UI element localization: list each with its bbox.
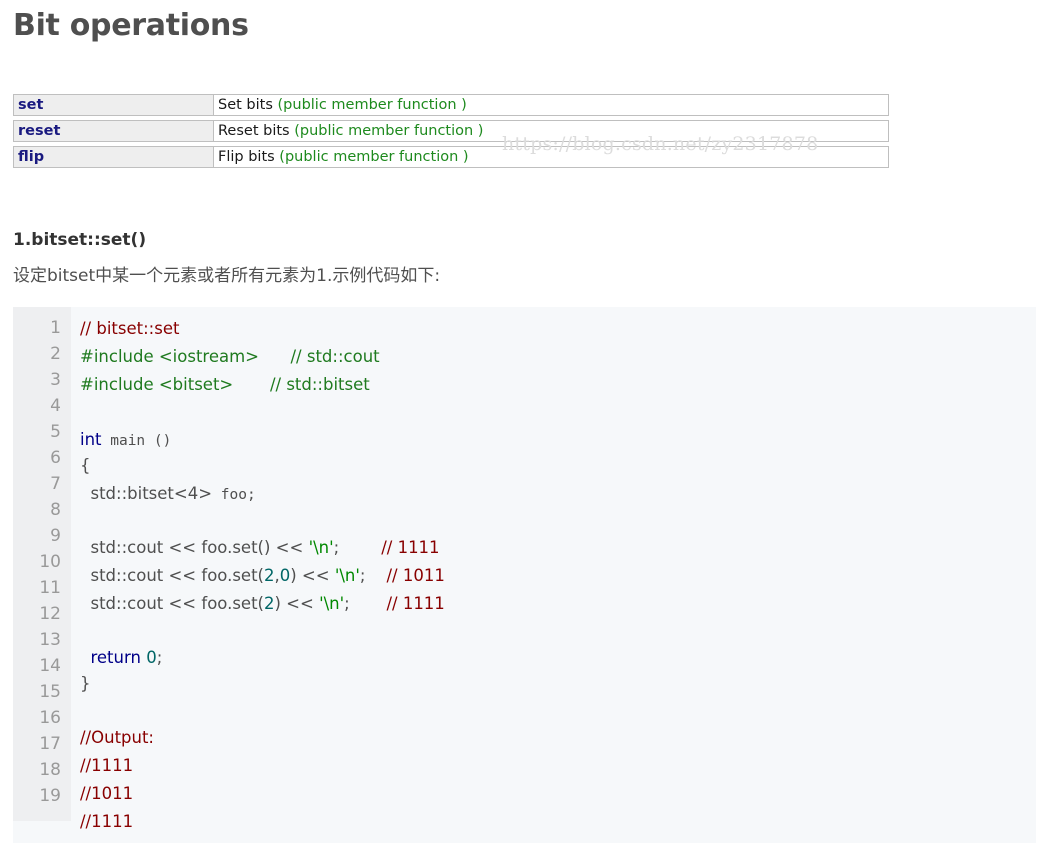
code-number: 2 xyxy=(264,566,275,585)
code-line: // bitset::set xyxy=(80,315,179,343)
code-line: int main () xyxy=(80,426,171,455)
line-number: 2 xyxy=(50,344,61,364)
line-number: 6 xyxy=(50,448,61,468)
code-text: std::cout << foo.set( xyxy=(80,594,264,613)
code-comment: // bitset::set xyxy=(80,319,180,338)
code-comment: // std::bitset xyxy=(269,375,370,394)
member-name-link[interactable]: reset xyxy=(13,120,213,142)
code-comment: // 1111 xyxy=(386,594,445,613)
code-comment: //Output: xyxy=(80,728,154,747)
code-line: #include <iostream> // std::cout xyxy=(80,343,380,371)
code-comment: // 1011 xyxy=(386,566,445,585)
member-function-table: set Set bits (public member function ) r… xyxy=(13,90,889,172)
code-line: //1111 xyxy=(80,808,133,836)
code-line: std::cout << foo.set(2,0) << '\n'; // 10… xyxy=(80,562,445,590)
code-line: } xyxy=(80,670,91,698)
code-number: 0 xyxy=(140,648,157,667)
line-number: 14 xyxy=(39,656,61,676)
member-desc-text: Flip bits xyxy=(218,149,275,165)
code-text: main () xyxy=(101,433,172,449)
line-number: 5 xyxy=(50,422,61,442)
line-number: 16 xyxy=(39,708,61,728)
line-number: 7 xyxy=(50,474,61,494)
member-kind-link[interactable]: (public member function ) xyxy=(279,149,468,165)
line-number: 17 xyxy=(39,734,61,754)
member-name-link[interactable]: set xyxy=(13,94,213,116)
code-text: foo; xyxy=(212,487,256,503)
section-heading: 1.bitset::set() xyxy=(13,230,147,250)
line-number: 11 xyxy=(39,578,61,598)
line-number: 1 xyxy=(50,318,61,338)
code-text: std::bitset<4> xyxy=(80,484,213,503)
code-line: //Output: xyxy=(80,724,154,752)
code-string: '\n' xyxy=(334,566,360,585)
code-line: //1011 xyxy=(80,780,133,808)
watermark: https://blog.csdn.net/zy2317878 xyxy=(502,133,819,155)
code-keyword: int xyxy=(80,430,102,449)
code-text: { xyxy=(80,456,91,475)
line-number: 9 xyxy=(50,526,61,546)
line-number: 18 xyxy=(39,760,61,780)
code-keyword: return xyxy=(80,648,141,667)
code-text: ) << xyxy=(290,566,335,585)
code-text: ; xyxy=(333,538,340,557)
member-desc-text: Set bits xyxy=(218,97,273,113)
code-comment: // 1111 xyxy=(381,538,440,557)
line-number: 10 xyxy=(39,552,61,572)
code-line: { xyxy=(80,452,91,480)
line-number: 12 xyxy=(39,604,61,624)
member-description: Set bits (public member function ) xyxy=(213,94,889,116)
code-comment: //1111 xyxy=(80,812,134,831)
code-include: #include <iostream> xyxy=(80,347,260,366)
code-line: #include <bitset> // std::bitset xyxy=(80,371,370,399)
line-number: 13 xyxy=(39,630,61,650)
code-comment: // std::cout xyxy=(290,347,380,366)
section-description: 设定bitset中某一个元素或者所有元素为1.示例代码如下: xyxy=(13,266,441,286)
line-number: 19 xyxy=(39,786,61,806)
code-comment: //1011 xyxy=(80,784,134,803)
member-kind-link[interactable]: (public member function ) xyxy=(294,123,483,139)
code-text: ) << xyxy=(274,594,320,613)
line-number: 15 xyxy=(39,682,61,702)
line-number: 3 xyxy=(50,370,61,390)
code-string: '\n' xyxy=(308,538,334,557)
member-desc-text: Reset bits xyxy=(218,123,290,139)
line-number-gutter: 1 2 3 4 5 6 7 8 9 10 11 12 13 14 15 16 1… xyxy=(13,307,71,821)
code-number: 0 xyxy=(279,566,291,585)
member-name-link[interactable]: flip xyxy=(13,146,213,168)
code-include: #include <bitset> xyxy=(80,375,234,394)
code-block[interactable]: 1 2 3 4 5 6 7 8 9 10 11 12 13 14 15 16 1… xyxy=(13,307,1036,843)
line-number: 8 xyxy=(50,500,61,520)
page-title: Bit operations xyxy=(13,8,249,43)
code-comment: //1111 xyxy=(80,756,134,775)
code-number: 2 xyxy=(264,594,275,613)
code-line: //1111 xyxy=(80,752,133,780)
member-kind-link[interactable]: (public member function ) xyxy=(278,97,467,113)
code-text: std::cout << foo.set() << xyxy=(80,538,309,557)
code-text: ; xyxy=(156,648,163,667)
code-text: ; xyxy=(359,566,366,585)
code-line: std::cout << foo.set(2) << '\n'; // 1111 xyxy=(80,590,445,618)
code-text: } xyxy=(80,674,91,693)
code-line: std::cout << foo.set() << '\n'; // 1111 xyxy=(80,534,440,562)
code-line: std::bitset<4> foo; xyxy=(80,480,256,509)
code-text: std::cout << foo.set( xyxy=(80,566,264,585)
table-row: set Set bits (public member function ) xyxy=(13,94,889,116)
code-line: return 0; xyxy=(80,644,162,672)
line-number: 4 xyxy=(50,396,61,416)
code-string: '\n' xyxy=(319,594,345,613)
code-text: ; xyxy=(344,594,350,613)
